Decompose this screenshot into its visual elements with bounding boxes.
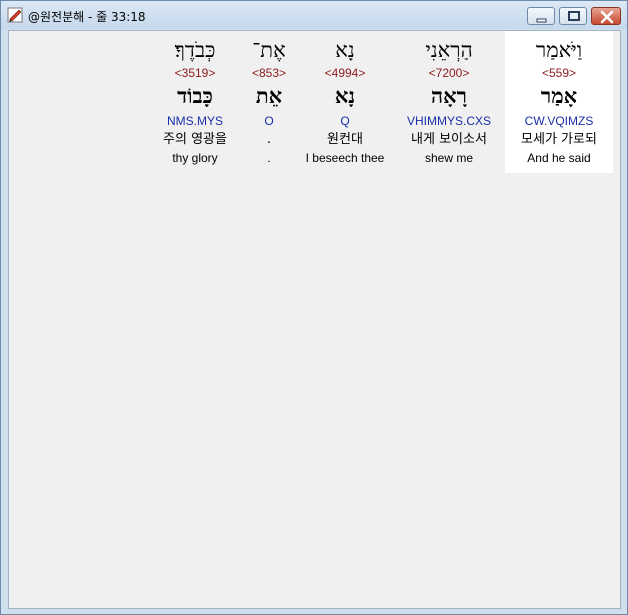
morphology-code: NMS.MYS xyxy=(166,114,223,128)
strong-number[interactable]: <3519> xyxy=(149,65,241,81)
hebrew-lemma: נָא xyxy=(334,83,356,108)
english-gloss: And he said xyxy=(527,151,591,165)
app-icon[interactable] xyxy=(7,7,23,23)
english-gloss: shew me xyxy=(424,151,474,165)
english-gloss: I beseech thee xyxy=(305,151,385,165)
hebrew-word: כְּבֹדֶךָ׃ xyxy=(174,38,216,62)
korean-gloss: 내게 보이소서 xyxy=(411,132,487,147)
app-window: @원전분해 - 줄 33:18 וַיֹּאמַר <559> אָמַר CW… xyxy=(0,0,628,615)
close-icon xyxy=(600,10,614,24)
word-column-5[interactable]: כְּבֹדֶךָ׃ <3519> כָּבוֹד NMS.MYS 주의 영광을… xyxy=(149,31,241,173)
morphology-code: O xyxy=(264,114,274,128)
korean-gloss: 원컨대 xyxy=(327,132,363,147)
hebrew-lemma: אֵת xyxy=(255,83,283,108)
strong-number[interactable]: <7200> xyxy=(393,65,505,81)
word-column-2[interactable]: הַרְאֵנִי <7200> רָאָה VHIMMYS.CXS 내게 보이… xyxy=(393,31,505,173)
hebrew-lemma: רָאָה xyxy=(431,83,467,108)
window-title: @원전분해 - 줄 33:18 xyxy=(28,10,146,24)
morphology-code: Q xyxy=(340,114,350,128)
minimize-button[interactable] xyxy=(527,7,555,25)
close-button[interactable] xyxy=(591,7,621,25)
english-gloss: . xyxy=(267,151,271,165)
strong-number[interactable]: <853> xyxy=(241,65,297,81)
word-column-4[interactable]: אֶת־ <853> אֵת O . . xyxy=(241,31,297,173)
morphology-code: VHIMMYS.CXS xyxy=(406,114,491,128)
maximize-icon xyxy=(568,11,580,21)
hebrew-lemma: כָּבוֹד xyxy=(177,83,213,108)
minimize-icon xyxy=(536,18,547,23)
hebrew-word: אֶת־ xyxy=(252,38,286,62)
title-bar[interactable]: @원전분해 - 줄 33:18 xyxy=(1,1,627,29)
korean-gloss: 주의 영광을 xyxy=(163,132,227,147)
korean-gloss: 모세가 가로되 xyxy=(521,132,597,147)
hebrew-word: נָא xyxy=(335,38,355,62)
morphology-code: CW.VQIMZS xyxy=(524,114,594,128)
hebrew-word: וַיֹּאמַר xyxy=(535,38,583,62)
hebrew-lemma: אָמַר xyxy=(540,83,578,108)
interlinear-view: וַיֹּאמַר <559> אָמַר CW.VQIMZS 모세가 가로되 … xyxy=(8,30,621,609)
hebrew-word: הַרְאֵנִי xyxy=(425,38,473,62)
word-column-1[interactable]: וַיֹּאמַר <559> אָמַר CW.VQIMZS 모세가 가로되 … xyxy=(505,31,613,173)
maximize-button[interactable] xyxy=(559,7,587,25)
english-gloss: thy glory xyxy=(172,151,218,165)
strong-number[interactable]: <4994> xyxy=(299,65,391,81)
strong-number[interactable]: <559> xyxy=(505,65,613,81)
word-column-3[interactable]: נָא <4994> נָא Q 원컨대 I beseech thee xyxy=(299,31,391,173)
korean-gloss: . xyxy=(266,132,272,147)
